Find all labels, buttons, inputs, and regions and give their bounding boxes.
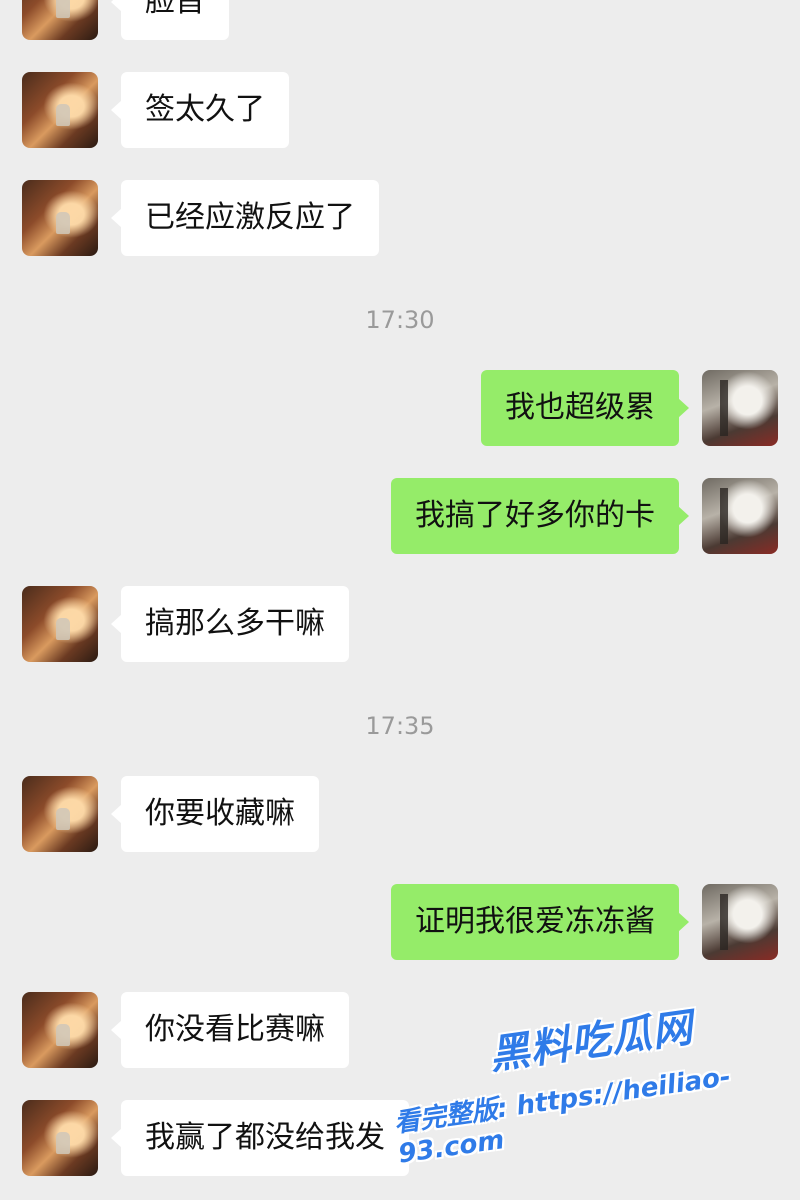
message-row-incoming: 我赢了都没给我发 <box>0 1100 800 1176</box>
message-text: 签太久了 <box>145 92 265 127</box>
friend-avatar[interactable] <box>22 0 98 40</box>
message-bubble[interactable]: 搞那么多干嘛 <box>111 586 349 662</box>
my-avatar[interactable] <box>702 370 778 446</box>
message-text: 我赢了都没给我发 <box>145 1120 385 1155</box>
message-text: 我搞了好多你的卡 <box>415 498 655 533</box>
message-bubble[interactable]: 你没看比赛嘛 <box>111 992 349 1068</box>
message-bubble[interactable]: 脸首 <box>111 0 229 40</box>
message-text: 我也超级累 <box>505 390 655 425</box>
message-row-incoming: 已经应激反应了 <box>0 180 800 256</box>
friend-avatar[interactable] <box>22 776 98 852</box>
message-text: 搞那么多干嘛 <box>145 606 325 641</box>
message-row-outgoing: 证明我很爱冻冻酱 <box>0 884 800 960</box>
message-row-incoming: 你没看比赛嘛 <box>0 992 800 1068</box>
timestamp: 17:35 <box>365 712 435 740</box>
message-row-incoming: 搞那么多干嘛 <box>0 586 800 662</box>
message-text: 已经应激反应了 <box>145 200 355 235</box>
timestamp: 17:30 <box>365 306 435 334</box>
friend-avatar[interactable] <box>22 72 98 148</box>
message-row-incoming: 签太久了 <box>0 72 800 148</box>
message-text: 你要收藏嘛 <box>145 796 295 831</box>
message-text: 你没看比赛嘛 <box>145 1012 325 1047</box>
message-row-incoming: 脸首 <box>0 0 800 40</box>
my-avatar[interactable] <box>702 478 778 554</box>
friend-avatar[interactable] <box>22 1100 98 1176</box>
friend-avatar[interactable] <box>22 992 98 1068</box>
message-text: 证明我很爱冻冻酱 <box>415 904 655 939</box>
message-row-outgoing: 我搞了好多你的卡 <box>0 478 800 554</box>
my-avatar[interactable] <box>702 884 778 960</box>
message-bubble[interactable]: 证明我很爱冻冻酱 <box>391 884 689 960</box>
message-bubble[interactable]: 我赢了都没给我发 <box>111 1100 409 1176</box>
message-text: 脸首 <box>145 0 205 19</box>
message-bubble[interactable]: 你要收藏嘛 <box>111 776 319 852</box>
friend-avatar[interactable] <box>22 586 98 662</box>
message-row-outgoing: 我也超级累 <box>0 370 800 446</box>
message-row-incoming: 你要收藏嘛 <box>0 776 800 852</box>
message-bubble[interactable]: 签太久了 <box>111 72 289 148</box>
message-bubble[interactable]: 我也超级累 <box>481 370 689 446</box>
message-bubble[interactable]: 我搞了好多你的卡 <box>391 478 689 554</box>
friend-avatar[interactable] <box>22 180 98 256</box>
message-bubble[interactable]: 已经应激反应了 <box>111 180 379 256</box>
